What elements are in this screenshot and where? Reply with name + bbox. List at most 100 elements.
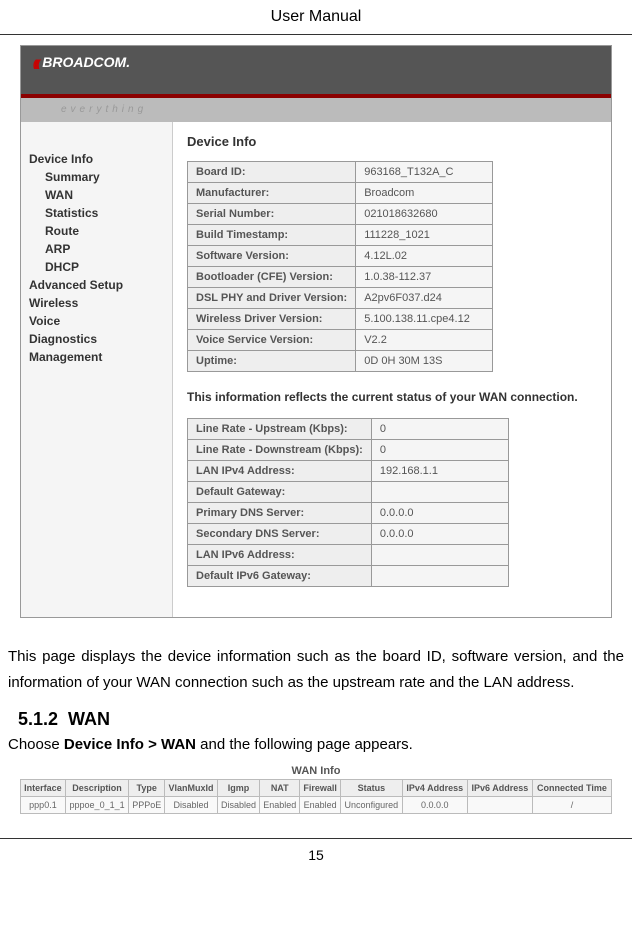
nav-device-info[interactable]: Device Info	[29, 150, 164, 168]
nav-advanced-setup[interactable]: Advanced Setup	[29, 276, 164, 294]
value: V2.2	[356, 330, 493, 351]
label: Secondary DNS Server:	[188, 524, 372, 545]
header-cell: VlanMuxId	[165, 780, 218, 797]
router-screenshot: (((( BROADCOM. everything Device Info Su…	[20, 45, 612, 618]
table-row: Software Version:4.12L.02	[188, 246, 493, 267]
nav-statistics[interactable]: Statistics	[29, 204, 164, 222]
section-number: 5.1.2	[18, 709, 58, 729]
nav-voice[interactable]: Voice	[29, 312, 164, 330]
header-cell: Type	[129, 780, 165, 797]
header-cell: Igmp	[217, 780, 259, 797]
router-header: (((( BROADCOM. everything	[21, 46, 611, 122]
label: Voice Service Version:	[188, 330, 356, 351]
table-row: Default Gateway:	[188, 482, 509, 503]
nav-route[interactable]: Route	[29, 222, 164, 240]
label: Manufacturer:	[188, 183, 356, 204]
label: Serial Number:	[188, 204, 356, 225]
nav-management[interactable]: Management	[29, 348, 164, 366]
cell: 0.0.0.0	[402, 797, 467, 814]
table-row: Wireless Driver Version:5.100.138.11.cpe…	[188, 309, 493, 330]
label: Uptime:	[188, 351, 356, 372]
header-cell: Status	[340, 780, 402, 797]
table-row: Line Rate - Downstream (Kbps):0	[188, 440, 509, 461]
nav-diagnostics[interactable]: Diagnostics	[29, 330, 164, 348]
table-row: Board ID:963168_T132A_C	[188, 162, 493, 183]
label: Wireless Driver Version:	[188, 309, 356, 330]
wan-info-table: Interface Description Type VlanMuxId Igm…	[20, 779, 612, 814]
table-row: LAN IPv6 Address:	[188, 545, 509, 566]
table-row: Serial Number:021018632680	[188, 204, 493, 225]
label: LAN IPv4 Address:	[188, 461, 372, 482]
cell	[467, 797, 532, 814]
label: Primary DNS Server:	[188, 503, 372, 524]
wan-status-table: Line Rate - Upstream (Kbps):0 Line Rate …	[187, 418, 509, 587]
cell: /	[532, 797, 611, 814]
value: 0D 0H 30M 13S	[356, 351, 493, 372]
cell: Disabled	[165, 797, 218, 814]
label: LAN IPv6 Address:	[188, 545, 372, 566]
table-row: Build Timestamp:111228_1021	[188, 225, 493, 246]
page-title: User Manual	[0, 0, 632, 35]
label: Bootloader (CFE) Version:	[188, 267, 356, 288]
section-title: WAN	[68, 709, 110, 729]
label: Default Gateway:	[188, 482, 372, 503]
cell: Disabled	[217, 797, 259, 814]
header-cell: IPv6 Address	[467, 780, 532, 797]
table-row: Manufacturer:Broadcom	[188, 183, 493, 204]
nav-wan[interactable]: WAN	[29, 186, 164, 204]
value: 0	[371, 440, 508, 461]
page-number: 15	[0, 838, 632, 871]
table-row: Secondary DNS Server:0.0.0.0	[188, 524, 509, 545]
value	[371, 482, 508, 503]
value: A2pv6F037.d24	[356, 288, 493, 309]
label: Line Rate - Upstream (Kbps):	[188, 419, 372, 440]
value: 0	[371, 419, 508, 440]
broadcom-logo: (((( BROADCOM.	[33, 54, 130, 70]
header-cell: Description	[65, 780, 128, 797]
cell: PPPoE	[129, 797, 165, 814]
table-row: Voice Service Version:V2.2	[188, 330, 493, 351]
value: 963168_T132A_C	[356, 162, 493, 183]
table-header-row: Interface Description Type VlanMuxId Igm…	[21, 780, 612, 797]
label: Build Timestamp:	[188, 225, 356, 246]
main-panel: Device Info Board ID:963168_T132A_C Manu…	[173, 122, 611, 617]
cell: Unconfigured	[340, 797, 402, 814]
value: 021018632680	[356, 204, 493, 225]
label: DSL PHY and Driver Version:	[188, 288, 356, 309]
nav-wireless[interactable]: Wireless	[29, 294, 164, 312]
device-info-title: Device Info	[187, 134, 597, 149]
table-row: LAN IPv4 Address:192.168.1.1	[188, 461, 509, 482]
wan-status-text: This information reflects the current st…	[187, 390, 597, 404]
value: 4.12L.02	[356, 246, 493, 267]
section-heading: 5.1.2 WAN	[8, 701, 624, 734]
content: (((( BROADCOM. everything Device Info Su…	[0, 45, 632, 814]
value	[371, 566, 508, 587]
tagline: everything	[21, 98, 611, 122]
nav-dhcp[interactable]: DHCP	[29, 258, 164, 276]
table-row: Default IPv6 Gateway:	[188, 566, 509, 587]
cell: pppoe_0_1_1	[65, 797, 128, 814]
label: Default IPv6 Gateway:	[188, 566, 372, 587]
table-row: DSL PHY and Driver Version:A2pv6F037.d24	[188, 288, 493, 309]
value: 192.168.1.1	[371, 461, 508, 482]
header-cell: Interface	[21, 780, 66, 797]
wan-info-screenshot: WAN Info Interface Description Type Vlan…	[20, 763, 612, 814]
description-paragraph: This page displays the device informatio…	[8, 638, 624, 701]
value: 5.100.138.11.cpe4.12	[356, 309, 493, 330]
sidebar-nav: Device Info Summary WAN Statistics Route…	[21, 122, 173, 617]
table-row: Bootloader (CFE) Version:1.0.38-112.37	[188, 267, 493, 288]
label: Line Rate - Downstream (Kbps):	[188, 440, 372, 461]
value: 1.0.38-112.37	[356, 267, 493, 288]
value: 0.0.0.0	[371, 503, 508, 524]
cell: Enabled	[300, 797, 341, 814]
value: 0.0.0.0	[371, 524, 508, 545]
nav-arp[interactable]: ARP	[29, 240, 164, 258]
header-cell: NAT	[260, 780, 300, 797]
choose-instruction: Choose Device Info > WAN and the followi…	[8, 734, 624, 759]
nav-summary[interactable]: Summary	[29, 168, 164, 186]
header-cell: Firewall	[300, 780, 341, 797]
value	[371, 545, 508, 566]
header-cell: IPv4 Address	[402, 780, 467, 797]
wan-info-title: WAN Info	[20, 763, 612, 779]
table-row: Primary DNS Server:0.0.0.0	[188, 503, 509, 524]
